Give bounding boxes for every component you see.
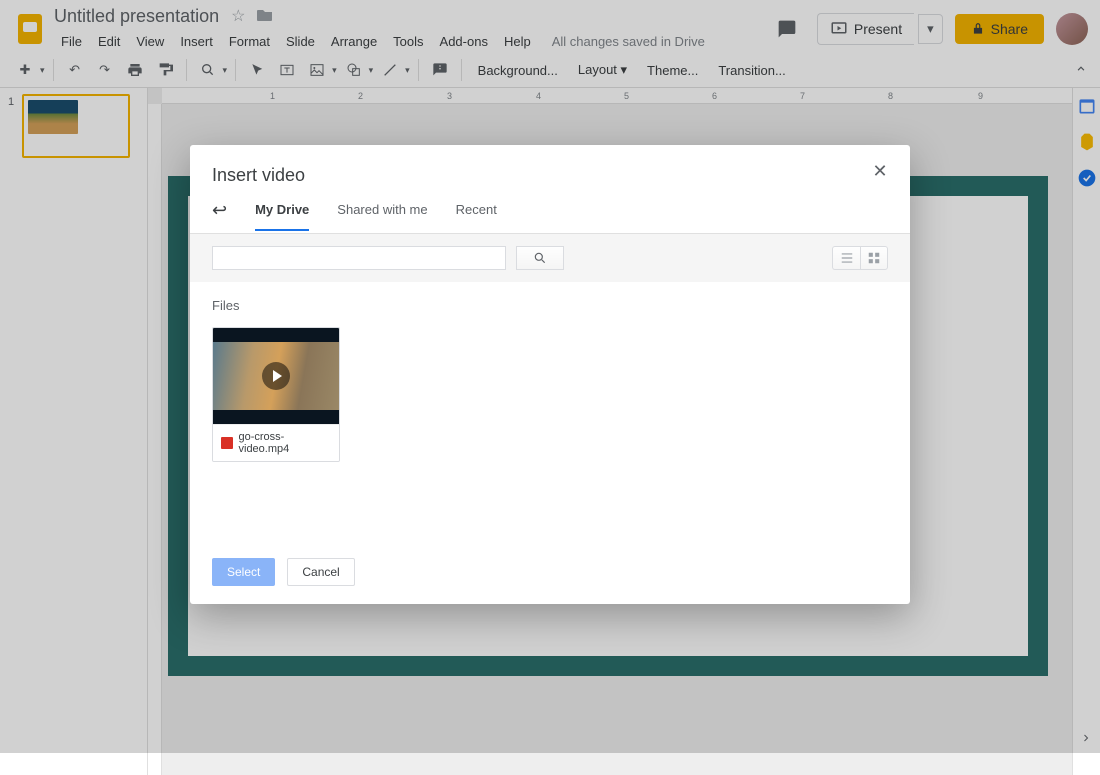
back-button[interactable]: ↩ (212, 200, 227, 233)
play-icon (262, 362, 290, 390)
insert-video-dialog: ✕ Insert video ↩ My Drive Shared with me… (190, 145, 910, 604)
dialog-title: Insert video (212, 165, 888, 186)
modal-overlay: ✕ Insert video ↩ My Drive Shared with me… (0, 0, 1100, 753)
video-icon (221, 437, 233, 449)
close-button[interactable]: ✕ (868, 159, 892, 183)
file-thumbnail (213, 328, 339, 424)
search-input[interactable] (212, 246, 506, 270)
tab-shared[interactable]: Shared with me (337, 202, 427, 231)
file-name: go-cross-video.mp4 (239, 431, 332, 455)
tabs: ↩ My Drive Shared with me Recent (190, 186, 910, 234)
tab-recent[interactable]: Recent (456, 202, 497, 231)
files-area: Files go-cross-video.mp4 (190, 282, 910, 546)
select-button[interactable]: Select (212, 558, 275, 586)
grid-view-button[interactable] (860, 246, 888, 270)
search-button[interactable] (516, 246, 564, 270)
dialog-footer: Select Cancel (190, 546, 910, 604)
cancel-button[interactable]: Cancel (287, 558, 354, 586)
list-view-button[interactable] (832, 246, 860, 270)
files-label: Files (212, 298, 888, 313)
tab-my-drive[interactable]: My Drive (255, 202, 309, 231)
search-bar (190, 234, 910, 282)
file-tile[interactable]: go-cross-video.mp4 (212, 327, 340, 462)
